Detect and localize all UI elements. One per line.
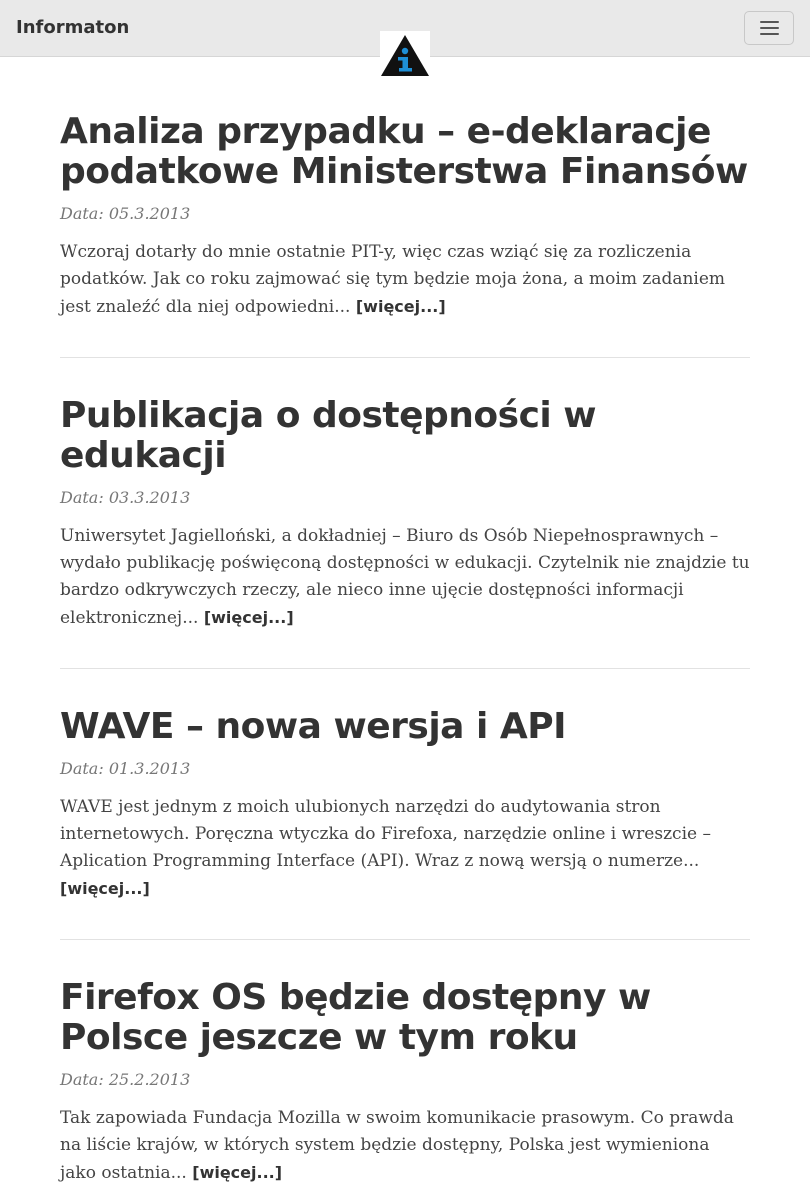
divider <box>60 668 750 669</box>
post-date: Data: 25.2.2013 <box>60 1070 191 1089</box>
post-date: Data: 05.3.2013 <box>60 204 191 223</box>
post-item: Firefox OS będzie dostępny w Polsce jesz… <box>60 978 750 1187</box>
post-title: WAVE – nowa wersja i API <box>60 707 750 747</box>
hamburger-icon <box>760 33 779 35</box>
post-excerpt-text: Uniwersytet Jagielloński, a dokładniej –… <box>60 526 750 628</box>
post-item: Publikacja o dostępności w edukacji Data… <box>60 396 750 632</box>
post-item: WAVE – nowa wersja i API Data: 01.3.2013… <box>60 707 750 903</box>
post-excerpt: Tak zapowiada Fundacja Mozilla w swoim k… <box>60 1105 750 1187</box>
post-excerpt: Uniwersytet Jagielloński, a dokładniej –… <box>60 523 750 632</box>
post-title: Analiza przypadku – e-deklaracje podatko… <box>60 112 750 192</box>
post-title: Publikacja o dostępności w edukacji <box>60 396 750 476</box>
post-title-link[interactable]: Publikacja o dostępności w edukacji <box>60 395 597 476</box>
info-triangle-icon <box>381 35 429 76</box>
post-title-link[interactable]: Analiza przypadku – e-deklaracje podatko… <box>60 111 748 192</box>
post-title-link[interactable]: Firefox OS będzie dostępny w Polsce jesz… <box>60 977 651 1058</box>
brand-link[interactable]: Informaton <box>16 16 129 40</box>
logo[interactable] <box>380 31 430 77</box>
hamburger-icon <box>760 27 779 29</box>
read-more-link[interactable]: [więcej...] <box>192 1163 282 1182</box>
post-date: Data: 03.3.2013 <box>60 488 191 507</box>
post-excerpt: WAVE jest jednym z moich ulubionych narz… <box>60 794 750 903</box>
hamburger-icon <box>760 21 779 23</box>
menu-toggle-button[interactable] <box>744 11 794 45</box>
post-list: Analiza przypadku – e-deklaracje podatko… <box>60 112 750 1204</box>
divider <box>60 357 750 358</box>
post-excerpt: Wczoraj dotarły do mnie ostatnie PIT-y, … <box>60 239 750 321</box>
read-more-link[interactable]: [więcej...] <box>204 608 294 627</box>
divider <box>60 939 750 940</box>
post-excerpt-text: Tak zapowiada Fundacja Mozilla w swoim k… <box>60 1108 734 1183</box>
post-date: Data: 01.3.2013 <box>60 759 191 778</box>
post-title-link[interactable]: WAVE – nowa wersja i API <box>60 706 567 747</box>
post-excerpt-text: WAVE jest jednym z moich ulubionych narz… <box>60 797 711 871</box>
post-title: Firefox OS będzie dostępny w Polsce jesz… <box>60 978 750 1058</box>
read-more-link[interactable]: [więcej...] <box>60 879 150 898</box>
post-item: Analiza przypadku – e-deklaracje podatko… <box>60 112 750 321</box>
read-more-link[interactable]: [więcej...] <box>356 297 446 316</box>
